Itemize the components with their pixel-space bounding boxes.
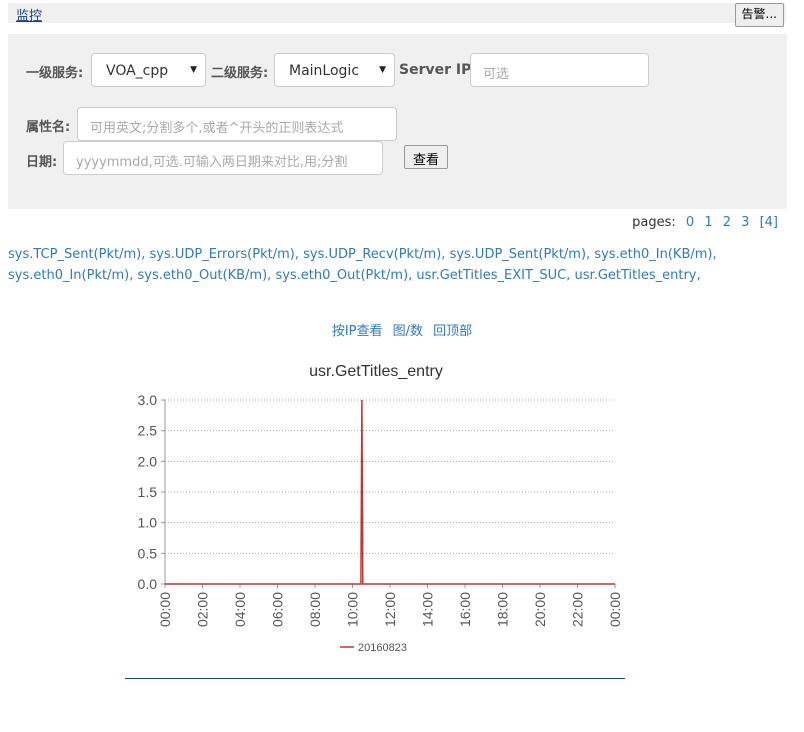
x-tick-label: 20:00: [532, 592, 548, 627]
y-tick-label: 0.5: [138, 545, 158, 561]
metric-link[interactable]: sys.eth0_Out(KB/m),: [137, 268, 271, 283]
x-tick-label: 08:00: [307, 592, 323, 627]
query-button[interactable]: 查看: [404, 145, 449, 169]
chevron-down-icon: ▼: [379, 65, 386, 75]
x-tick-label: 14:00: [420, 592, 436, 627]
pagination-label: pages:: [632, 215, 676, 230]
x-tick-label: 16:00: [457, 592, 473, 627]
page-link-1[interactable]: 1: [704, 215, 712, 230]
line-chart: usr.GetTitles_entry 0.0 0.5 1.0 1.5 2.0 2.5 3.…: [138, 363, 623, 654]
y-tick-label: 1.5: [138, 484, 158, 500]
y-tick-label: 0.0: [138, 576, 158, 592]
x-tick-label: 00:00: [607, 592, 623, 627]
service2-select[interactable]: MainLogic ▼: [274, 53, 395, 87]
y-tick-label: 2.5: [138, 423, 158, 439]
metric-list: sys.TCP_Sent(Pkt/m), sys.UDP_Errors(Pkt/…: [8, 244, 783, 286]
legend-label: 20160823: [358, 642, 407, 654]
page-link-0[interactable]: 0: [686, 215, 694, 230]
metric-link[interactable]: sys.TCP_Sent(Pkt/m),: [8, 247, 145, 262]
attr-label: 属性名:: [26, 120, 71, 135]
x-tick-label: 02:00: [195, 592, 211, 627]
metric-link[interactable]: sys.eth0_In(Pkt/m),: [8, 268, 133, 283]
service1-label: 一级服务:: [26, 66, 84, 81]
pagination: pages: 0 1 2 3 [4]: [632, 215, 778, 230]
back-top-link[interactable]: 回顶部: [433, 324, 472, 339]
server-ip-label: Server IP:: [399, 62, 477, 78]
x-tick-label: 00:00: [157, 592, 173, 627]
top-bar: 监控 告警...: [8, 3, 786, 27]
service2-value: MainLogic: [289, 63, 360, 79]
date-label: 日期:: [26, 155, 58, 170]
date-input[interactable]: yyyymmdd,可选.可输入两日期来对比,用;分割: [63, 141, 383, 175]
page-title-link[interactable]: 监控: [16, 5, 42, 24]
metric-link[interactable]: sys.UDP_Sent(Pkt/m),: [450, 247, 591, 262]
server-ip-input[interactable]: 可选: [470, 53, 649, 87]
service2-label: 二级服务:: [211, 66, 269, 81]
attr-input[interactable]: 可用英文;分割多个,或者^开头的正则表达式: [77, 107, 397, 141]
x-tick-label: 12:00: [382, 592, 398, 627]
metric-link[interactable]: sys.UDP_Errors(Pkt/m),: [149, 247, 298, 262]
x-tick-label: 18:00: [495, 592, 511, 627]
filter-panel: 一级服务: VOA_cpp ▼ 二级服务: MainLogic ▼ Server…: [8, 34, 787, 209]
x-tick-label: 04:00: [232, 592, 248, 627]
chart-title: usr.GetTitles_entry: [309, 363, 443, 380]
x-tick-label: 06:00: [270, 592, 286, 627]
service1-value: VOA_cpp: [106, 63, 169, 79]
metric-link[interactable]: sys.UDP_Recv(Pkt/m),: [303, 247, 445, 262]
page-link-current[interactable]: [4]: [760, 215, 778, 230]
chart-number-link[interactable]: 图/数: [393, 324, 423, 339]
chevron-down-icon: ▼: [190, 65, 197, 75]
by-ip-link[interactable]: 按IP查看: [332, 324, 383, 339]
metric-link[interactable]: sys.eth0_Out(Pkt/m),: [275, 268, 412, 283]
x-tick-label: 22:00: [570, 592, 586, 627]
y-tick-label: 1.0: [138, 515, 158, 531]
page-link-2[interactable]: 2: [723, 215, 731, 230]
service1-select[interactable]: VOA_cpp ▼: [91, 53, 206, 87]
chart-links: 按IP查看 图/数 回顶部: [0, 320, 804, 339]
divider: [125, 678, 625, 679]
x-tick-label: 10:00: [345, 592, 361, 627]
alert-button[interactable]: 告警...: [734, 3, 784, 27]
y-tick-label: 2.0: [138, 453, 158, 469]
y-tick-label: 3.0: [138, 392, 158, 408]
metric-link[interactable]: usr.GetTitles_EXIT_SUC,: [416, 268, 570, 283]
metric-link[interactable]: sys.eth0_In(KB/m),: [594, 247, 716, 262]
page-link-3[interactable]: 3: [741, 215, 749, 230]
metric-link[interactable]: usr.GetTitles_entry,: [575, 268, 701, 283]
